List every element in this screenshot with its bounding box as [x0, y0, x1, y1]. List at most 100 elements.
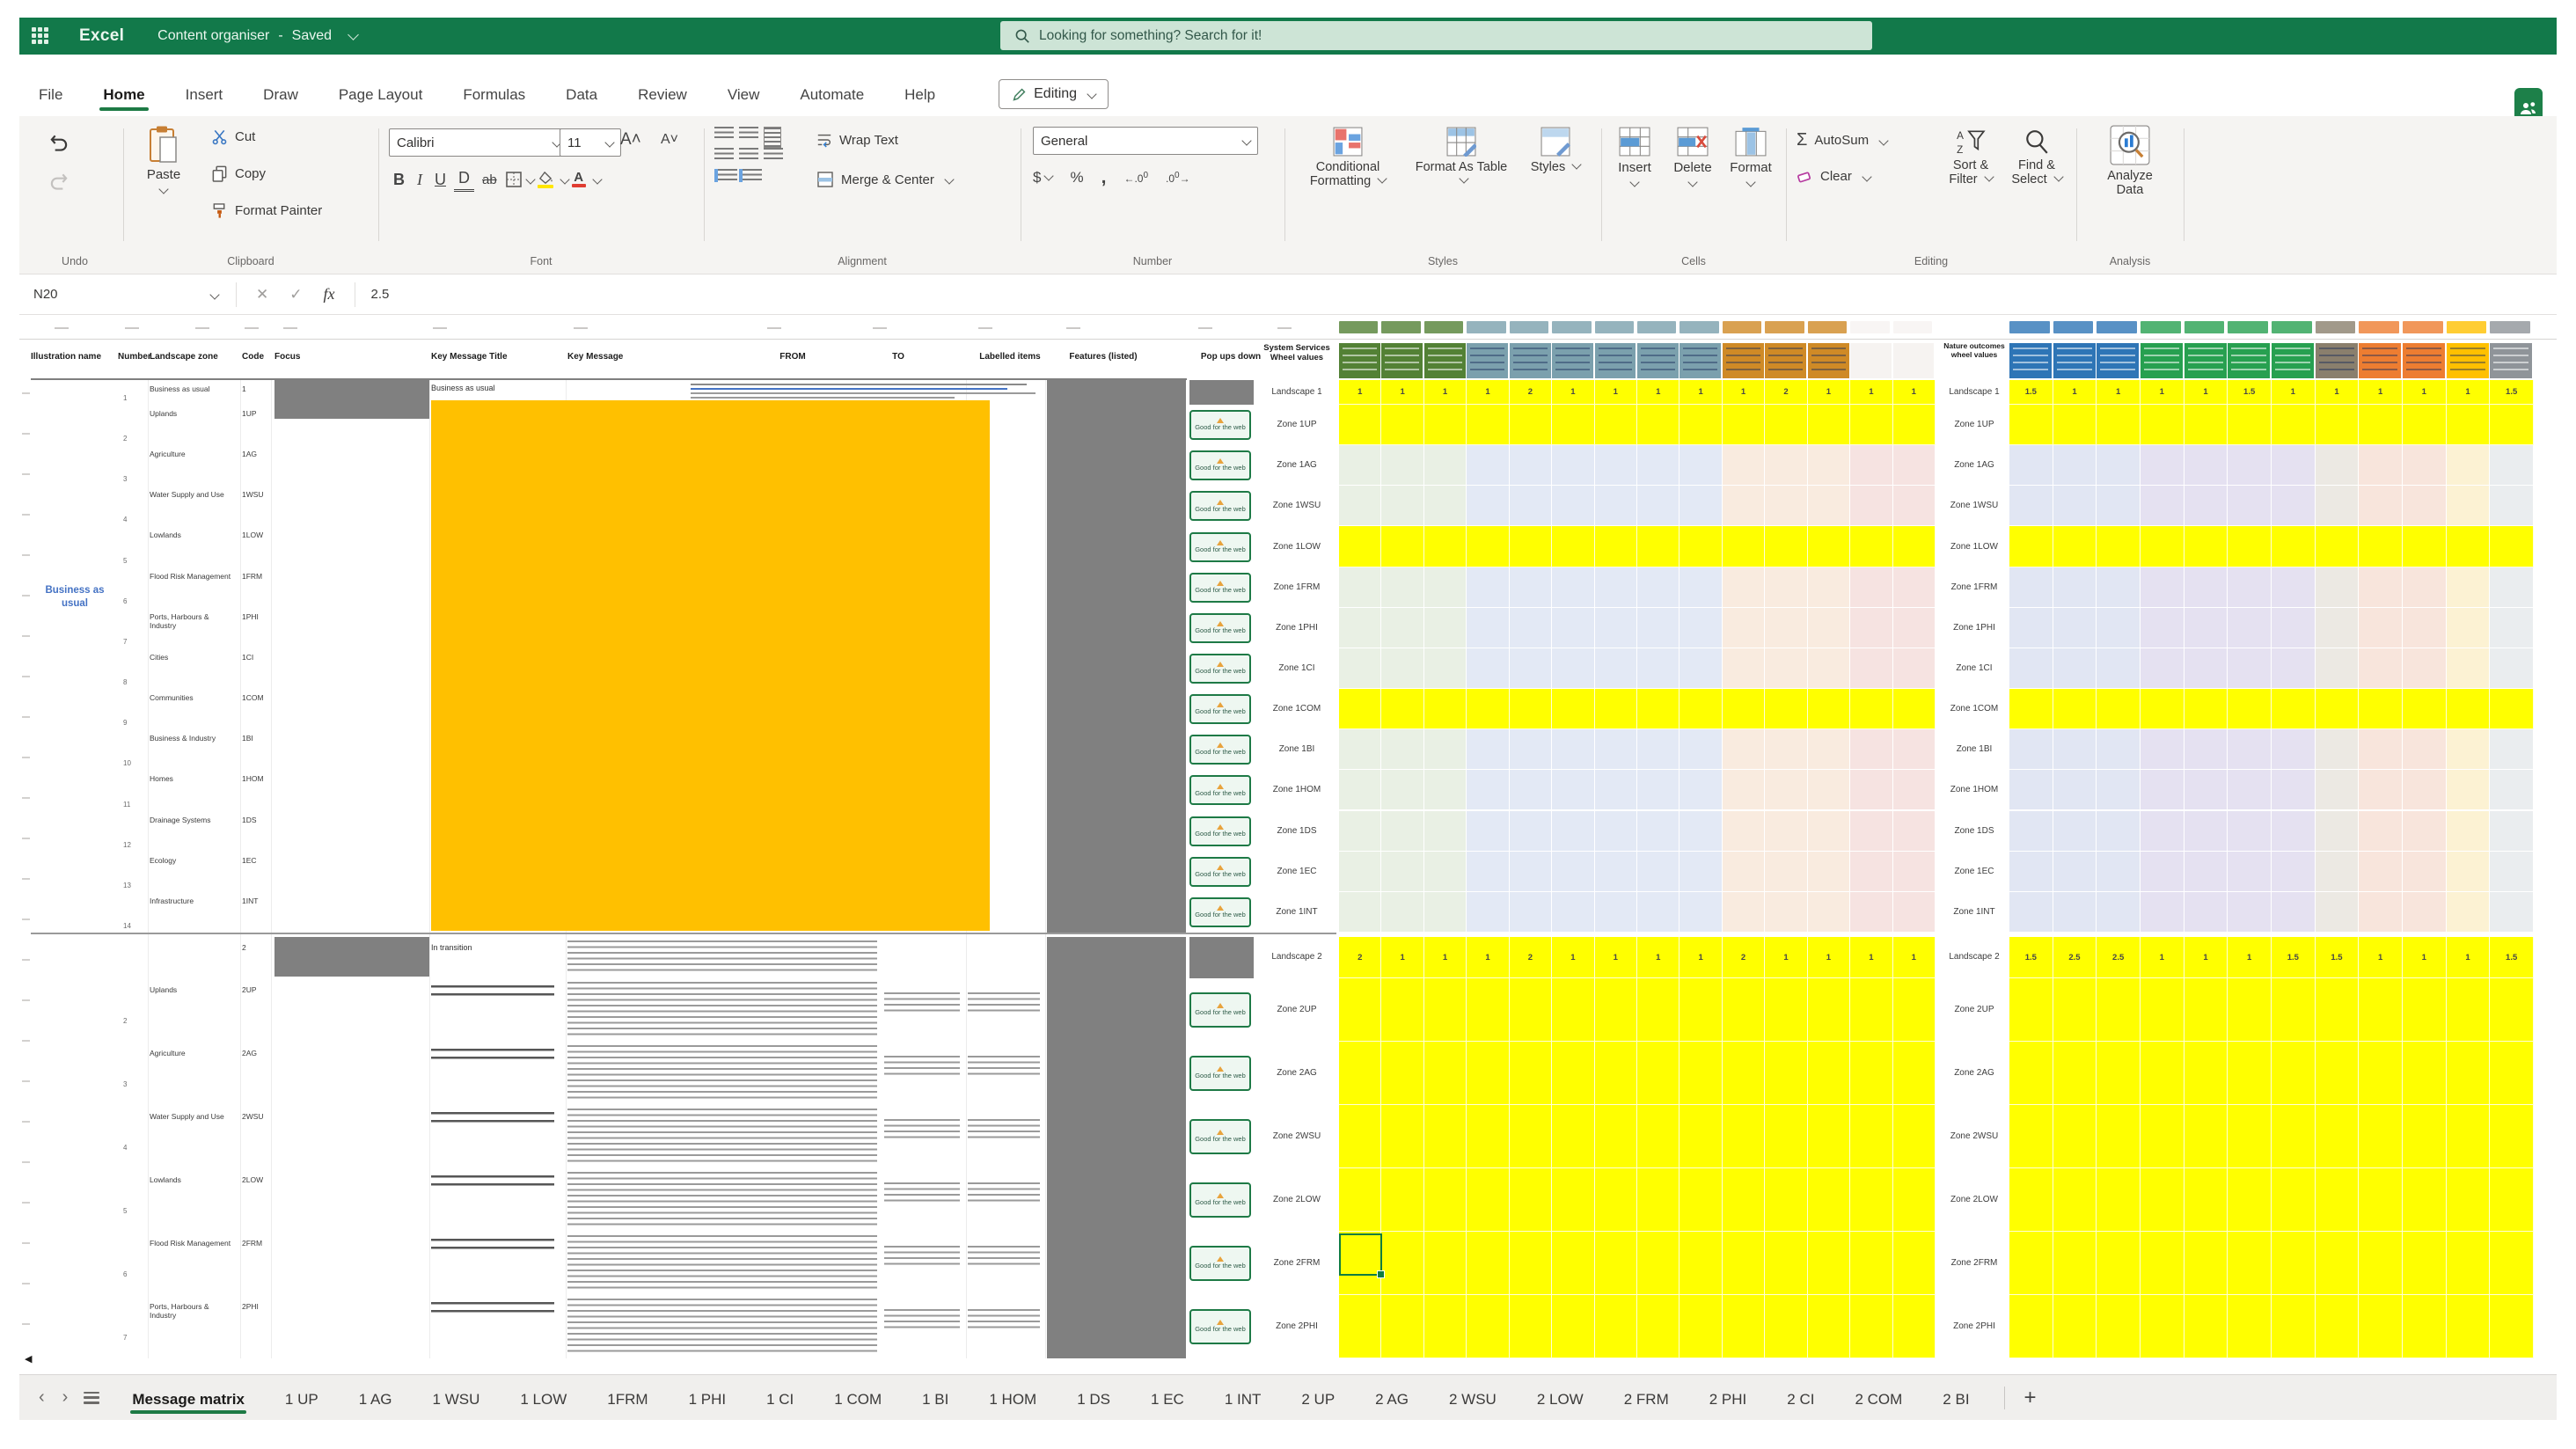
matrix-cell[interactable]	[1680, 810, 1723, 852]
matrix-cell[interactable]	[1637, 1042, 1680, 1105]
sheet-tab-2-ag[interactable]: 2 AG	[1373, 1380, 1410, 1416]
zone-code-1HOM[interactable]: 1HOM	[242, 774, 272, 783]
matrix-cell[interactable]: 2	[1722, 937, 1766, 978]
matrix-cell[interactable]: 1	[1850, 937, 1893, 978]
matrix-cell[interactable]	[1423, 607, 1467, 648]
matrix-cell[interactable]	[2272, 851, 2316, 892]
matrix-cell[interactable]	[1637, 1232, 1680, 1295]
matrix-cell[interactable]	[2053, 607, 2097, 648]
matrix-cell[interactable]	[2184, 526, 2228, 567]
align-middle-button[interactable]	[739, 127, 758, 140]
matrix-cell[interactable]	[1381, 1105, 1424, 1168]
matrix-cell[interactable]	[2184, 567, 2228, 608]
popup-button[interactable]: Good for the web	[1189, 1246, 1251, 1281]
matrix-cell[interactable]	[1509, 1168, 1553, 1232]
find-select-button[interactable]: Find & Select	[2008, 128, 2066, 187]
matrix-cell[interactable]	[2446, 851, 2491, 892]
matrix-cell[interactable]	[2053, 891, 2097, 933]
matrix-cell[interactable]	[2446, 891, 2491, 933]
column-header-chip[interactable]	[2184, 321, 2225, 333]
matrix-cell[interactable]	[2446, 689, 2491, 730]
matrix-cell[interactable]	[2009, 567, 2053, 608]
format-painter-button[interactable]: Format Painter	[211, 202, 322, 219]
matrix-cell[interactable]	[1850, 1042, 1893, 1105]
matrix-cell[interactable]: 1	[2359, 937, 2403, 978]
matrix-cell[interactable]	[1509, 1232, 1553, 1295]
matrix-cell[interactable]	[1765, 567, 1808, 608]
matrix-cell[interactable]	[1509, 486, 1553, 527]
matrix-header-cell[interactable]	[2184, 343, 2227, 378]
matrix-cell[interactable]: 1	[2184, 380, 2228, 405]
matrix-cell[interactable]	[1892, 770, 1936, 811]
matrix-cell[interactable]	[2315, 729, 2360, 771]
matrix-cell[interactable]	[1423, 1105, 1467, 1168]
matrix-cell[interactable]	[1680, 445, 1723, 487]
matrix-header-cell[interactable]	[2446, 343, 2489, 378]
matrix-cell[interactable]	[1765, 445, 1808, 487]
key-message-title-row1[interactable]: Business as usual	[431, 384, 563, 396]
matrix-cell[interactable]: 1	[1850, 380, 1893, 405]
matrix-cell[interactable]	[1594, 978, 1637, 1042]
matrix-cell[interactable]	[2228, 729, 2272, 771]
matrix-cell[interactable]	[1722, 1105, 1766, 1168]
matrix-cell[interactable]	[1381, 486, 1424, 527]
matrix-cell[interactable]	[1594, 526, 1637, 567]
matrix-cell[interactable]	[1722, 1232, 1766, 1295]
sheet-tab-message-matrix[interactable]: Message matrix	[130, 1380, 246, 1416]
sheet-tab-1frm[interactable]: 1FRM	[605, 1380, 649, 1416]
matrix-cell[interactable]: 1	[2141, 937, 2184, 978]
matrix-cell[interactable]	[2009, 486, 2053, 527]
matrix-cell[interactable]	[2141, 851, 2184, 892]
matrix-cell[interactable]	[1381, 526, 1424, 567]
matrix-cell[interactable]: 1	[1423, 380, 1467, 405]
matrix-cell[interactable]: 1.5	[2490, 937, 2534, 978]
zone-code-1DS[interactable]: 1DS	[242, 816, 272, 824]
matrix-cell[interactable]	[2009, 1232, 2053, 1295]
matrix-cell[interactable]: 2.5	[2097, 937, 2141, 978]
matrix-cell[interactable]	[2184, 445, 2228, 487]
popup-button[interactable]: Good for the web	[1189, 653, 1251, 684]
matrix-cell[interactable]	[2009, 729, 2053, 771]
matrix-cell[interactable]	[1892, 405, 1936, 446]
zone-code-2LOW[interactable]: 2LOW	[242, 1175, 272, 1184]
matrix-cell[interactable]	[2009, 689, 2053, 730]
column-header-chip[interactable]	[1594, 321, 1634, 333]
popup-button[interactable]: Good for the web	[1189, 1309, 1251, 1344]
column-header-strip[interactable]	[19, 315, 2557, 340]
popup-button[interactable]: Good for the web	[1189, 450, 1251, 481]
zone-name-1FRM[interactable]: Flood Risk Management	[150, 572, 238, 581]
matrix-cell[interactable]	[2097, 1105, 2141, 1168]
column-header-chip[interactable]	[1509, 321, 1549, 333]
matrix-header-cell[interactable]	[2315, 343, 2358, 378]
matrix-cell[interactable]: 1.5	[2009, 380, 2053, 405]
matrix-cell[interactable]	[2184, 1105, 2228, 1168]
matrix-cell[interactable]: 1	[1467, 380, 1510, 405]
matrix-cell[interactable]	[2184, 1168, 2228, 1232]
matrix-cell[interactable]	[2053, 526, 2097, 567]
matrix-header-cell[interactable]	[1765, 343, 1807, 378]
matrix-cell[interactable]: 1	[1423, 937, 1467, 978]
matrix-cell[interactable]	[2272, 1295, 2316, 1358]
matrix-cell[interactable]	[1722, 405, 1766, 446]
matrix-cell[interactable]	[2315, 978, 2360, 1042]
matrix-cell[interactable]	[1594, 1042, 1637, 1105]
matrix-cell[interactable]	[2009, 405, 2053, 446]
matrix-cell[interactable]	[2315, 770, 2360, 811]
matrix-cell[interactable]	[2315, 1105, 2360, 1168]
matrix-cell[interactable]	[1381, 1042, 1424, 1105]
matrix-cell[interactable]	[1552, 1042, 1595, 1105]
matrix-cell[interactable]	[2228, 1168, 2272, 1232]
matrix-cell[interactable]	[1339, 689, 1382, 730]
zone-name-1COM[interactable]: Communities	[150, 693, 238, 702]
zone-name-1CI[interactable]: Cities	[150, 653, 238, 662]
matrix-cell[interactable]: 1	[1807, 380, 1851, 405]
matrix-header-cell[interactable]	[2403, 343, 2446, 378]
matrix-cell[interactable]	[2490, 486, 2534, 527]
conditional-formatting-button[interactable]: Conditional Formatting	[1293, 127, 1402, 188]
matrix-cell[interactable]	[1381, 770, 1424, 811]
column-header-chip[interactable]	[2053, 321, 2094, 333]
matrix-cell[interactable]	[2490, 567, 2534, 608]
matrix-cell[interactable]	[1339, 1042, 1382, 1105]
matrix-cell[interactable]: 1	[1892, 937, 1936, 978]
matrix-cell[interactable]	[1467, 1168, 1510, 1232]
